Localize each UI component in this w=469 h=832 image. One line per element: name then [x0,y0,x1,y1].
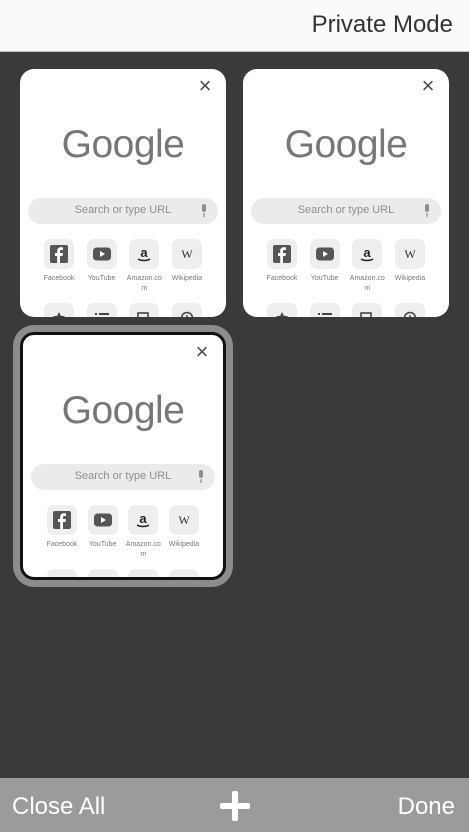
quick-access-row [263,303,429,317]
search-placeholder: Search or type URL [74,470,172,482]
shortcut-label: Amazon.co​m [349,275,385,292]
bottom-toolbar: Close All Done [0,778,469,832]
bookmark-star-icon[interactable] [44,303,74,317]
shortcut-youtube[interactable]: YouTube [83,239,121,294]
svg-text:a: a [141,245,149,260]
recent-tabs-icon[interactable] [129,303,160,317]
microphone-icon [202,204,206,217]
tab-card[interactable]: × Google Search or type URL Facebook You… [243,69,449,317]
plus-icon[interactable] [219,790,251,822]
tab-card[interactable]: × Google Search or type URL Facebook You… [20,69,226,317]
history-icon[interactable] [171,303,202,317]
wikipedia-icon: W [178,513,190,527]
shortcut-amazon[interactable]: a Amazon.co​m [124,505,162,560]
facebook-icon [50,245,68,263]
google-logo: Google [61,123,185,166]
shortcut-wikipedia[interactable]: W Wikipedia [391,239,429,294]
svg-text:a: a [364,245,372,260]
youtube-icon [315,247,334,261]
close-tab-button[interactable]: × [194,75,216,97]
shortcut-tiles: Facebook YouTube a Amazon.co​m W Wikiped… [40,239,206,294]
shortcut-tiles: Facebook YouTube a Amazon.co​m W Wikiped… [263,239,429,294]
shortcut-label: Amazon.co​m [126,275,162,292]
shortcut-label: Facebook [46,541,78,548]
youtube-icon [93,513,112,527]
shortcut-label: YouTube [87,275,116,282]
svg-text:W: W [178,513,190,527]
top-bar: Private Mode [0,0,469,52]
shortcut-amazon[interactable]: a Amazon.co​m [125,239,163,294]
shortcut-youtube[interactable]: YouTube [84,505,122,560]
shortcut-facebook[interactable]: Facebook [43,505,81,560]
bookmark-star-icon[interactable] [267,303,297,317]
shortcut-label: Wikipedia [171,275,203,282]
shortcut-amazon[interactable]: a Amazon.co​m [348,239,386,294]
shortcut-label: Wikipedia [168,541,200,548]
wikipedia-icon: W [181,247,193,261]
private-mode-label: Private Mode [311,11,453,38]
svg-text:W: W [404,247,416,261]
close-tab-button[interactable]: × [417,75,439,97]
shortcut-wikipedia[interactable]: W Wikipedia [168,239,206,294]
shortcut-label: Amazon.co​m [125,541,161,558]
svg-text:a: a [140,511,148,526]
recent-tabs-icon[interactable] [128,569,159,577]
google-logo: Google [61,389,185,432]
reading-list-icon[interactable] [309,303,340,317]
svg-text:W: W [181,247,193,261]
close-tab-button[interactable]: × [191,341,213,363]
quick-access-row [43,569,203,577]
shortcut-facebook[interactable]: Facebook [263,239,301,294]
search-placeholder: Search or type URL [297,204,395,216]
shortcut-label: Wikipedia [394,275,426,282]
search-bar[interactable]: Search or type URL [31,464,215,490]
reading-list-icon[interactable] [86,303,117,317]
shortcut-facebook[interactable]: Facebook [40,239,78,294]
wikipedia-icon: W [404,247,416,261]
shortcut-youtube[interactable]: YouTube [306,239,344,294]
facebook-icon [53,511,71,529]
recent-tabs-icon[interactable] [352,303,383,317]
youtube-icon [92,247,111,261]
bookmark-star-icon[interactable] [47,569,77,577]
reading-list-icon[interactable] [87,569,118,577]
amazon-icon: a [136,511,150,528]
search-bar[interactable]: Search or type URL [251,198,441,224]
facebook-icon [273,245,291,263]
history-icon[interactable] [168,569,199,577]
tab-grid: × Google Search or type URL Facebook You… [0,52,469,778]
shortcut-tiles: Facebook YouTube a Amazon.co​m W Wikiped… [43,505,203,560]
microphone-icon [199,470,203,483]
shortcut-label: YouTube [310,275,339,282]
shortcut-label: YouTube [88,541,117,548]
history-icon[interactable] [394,303,425,317]
tab-card-selected[interactable]: × Google Search or type URL Facebook You… [20,332,226,580]
search-bar[interactable]: Search or type URL [28,198,218,224]
shortcut-label: Facebook [43,275,75,282]
shortcut-label: Facebook [266,275,298,282]
microphone-icon [425,204,429,217]
close-all-button[interactable]: Close All [12,793,105,821]
done-button[interactable]: Done [398,793,455,821]
quick-access-row [40,303,206,317]
amazon-icon: a [360,245,374,262]
amazon-icon: a [137,245,151,262]
google-logo: Google [284,123,408,166]
search-placeholder: Search or type URL [74,204,172,216]
shortcut-wikipedia[interactable]: W Wikipedia [165,505,203,560]
